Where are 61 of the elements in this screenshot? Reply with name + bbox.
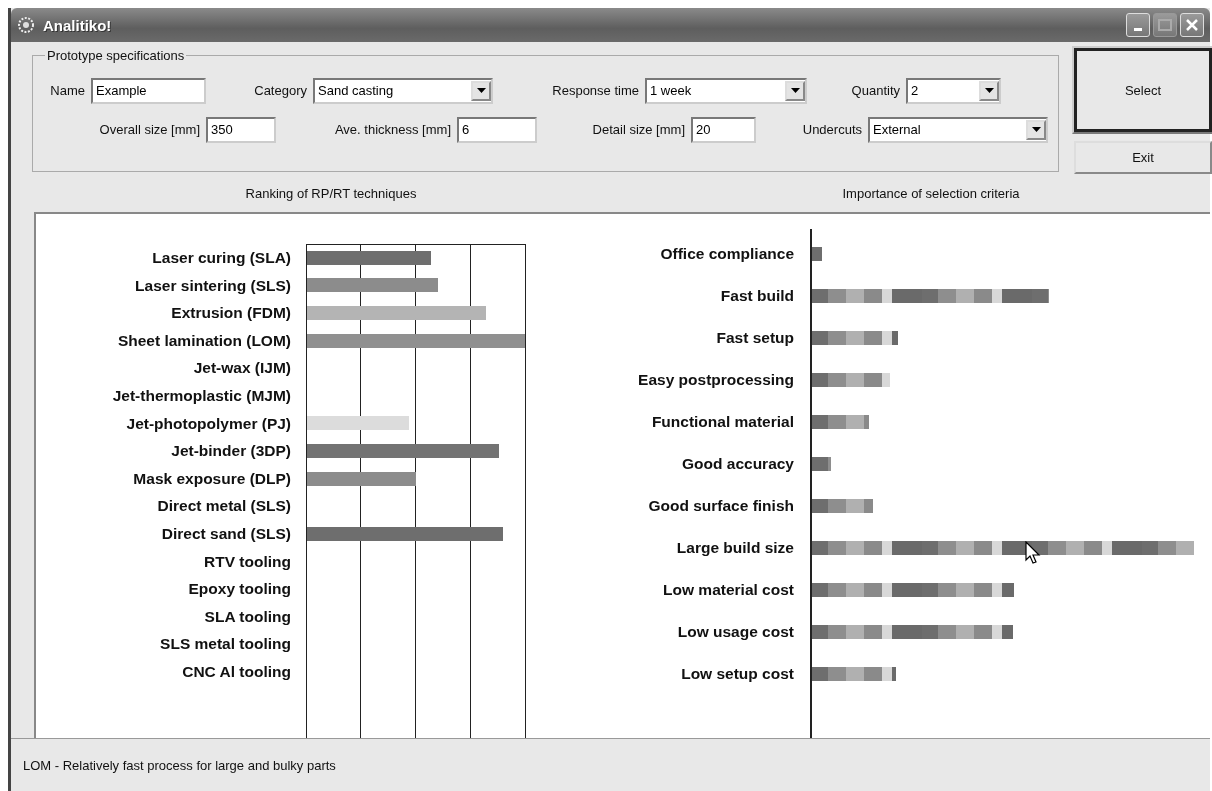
minimize-button[interactable] bbox=[1126, 13, 1150, 37]
criterion-label: Low usage cost bbox=[676, 622, 794, 642]
caret-icon bbox=[476, 88, 486, 93]
mouse-pointer-icon bbox=[1025, 541, 1041, 565]
technique-label: RTV tooling bbox=[203, 551, 291, 572]
group-title: Prototype specifications bbox=[46, 48, 186, 63]
technique-label: Extrusion (FDM) bbox=[170, 303, 291, 324]
field-label: Undercuts bbox=[801, 122, 862, 137]
criterion-label: Low material cost bbox=[662, 580, 794, 600]
criterion-label: Fast build bbox=[719, 286, 794, 306]
close-icon bbox=[1185, 18, 1199, 32]
technique-label: Jet-thermoplastic (MJM) bbox=[111, 385, 291, 406]
criterion-label: Office compliance bbox=[659, 244, 794, 264]
technique-label: Laser curing (SLA) bbox=[151, 248, 291, 268]
criterion-label: Easy postprocessing bbox=[637, 370, 794, 390]
text-field[interactable]: Example bbox=[91, 77, 206, 104]
text-field[interactable]: 6 bbox=[457, 116, 537, 143]
caret-icon bbox=[984, 88, 994, 93]
minimize-icon bbox=[1134, 27, 1142, 31]
caret-icon bbox=[1031, 127, 1041, 132]
field-label: Category bbox=[253, 83, 307, 98]
field-label: Detail size [mm] bbox=[591, 122, 685, 137]
technique-label: Epoxy tooling bbox=[187, 579, 291, 600]
exit-button[interactable]: Exit bbox=[1074, 141, 1212, 174]
field-label: Quantity bbox=[850, 83, 900, 98]
technique-label: CNC Al tooling bbox=[181, 661, 291, 682]
maximize-icon bbox=[1158, 19, 1172, 31]
technique-label: Jet-binder (3DP) bbox=[170, 441, 291, 462]
field-label: Response time bbox=[551, 83, 639, 98]
criterion-label: Functional material bbox=[650, 412, 794, 432]
chart-heading: Ranking of RP/RT techniques bbox=[245, 185, 417, 201]
technique-label: Laser sintering (SLS) bbox=[134, 275, 291, 296]
field-label: Ave. thickness [mm] bbox=[333, 122, 451, 137]
chart-heading: Importance of selection criteria bbox=[842, 185, 1020, 201]
select-button[interactable]: Select bbox=[1074, 48, 1212, 132]
criterion-label: Good surface finish bbox=[647, 496, 794, 516]
dropdown-field[interactable]: 1 week bbox=[645, 77, 807, 104]
technique-label: SLS metal tooling bbox=[159, 634, 291, 655]
technique-label: Direct metal (SLS) bbox=[156, 496, 291, 517]
window-title: Analitiko! bbox=[43, 16, 113, 34]
criterion-label: Good accuracy bbox=[681, 454, 794, 474]
technique-label: Sheet lamination (LOM) bbox=[116, 330, 291, 351]
technique-label: Mask exposure (DLP) bbox=[132, 468, 291, 489]
criterion-label: Fast setup bbox=[715, 328, 794, 348]
technique-label: Jet-photopolymer (PJ) bbox=[125, 413, 291, 434]
technique-label: Jet-wax (IJM) bbox=[192, 358, 291, 379]
dropdown-field[interactable]: Sand casting bbox=[313, 77, 493, 104]
caret-icon bbox=[790, 88, 800, 93]
status-text: LOM - Relatively fast process for large and bulky parts bbox=[11, 738, 1210, 791]
criterion-label: Large build size bbox=[675, 538, 794, 558]
criterion-label: Low setup cost bbox=[680, 664, 794, 684]
field-label: Name bbox=[49, 83, 85, 98]
technique-label: SLA tooling bbox=[203, 606, 291, 627]
close-button[interactable] bbox=[1180, 13, 1204, 37]
text-field[interactable]: 350 bbox=[206, 116, 276, 143]
field-label: Overall size [mm] bbox=[98, 122, 200, 137]
dropdown-field[interactable]: 2 bbox=[906, 77, 1001, 104]
dropdown-field[interactable]: External bbox=[868, 116, 1048, 143]
text-field[interactable]: 20 bbox=[691, 116, 756, 143]
technique-label: Direct sand (SLS) bbox=[160, 523, 291, 544]
app-icon bbox=[17, 16, 35, 34]
